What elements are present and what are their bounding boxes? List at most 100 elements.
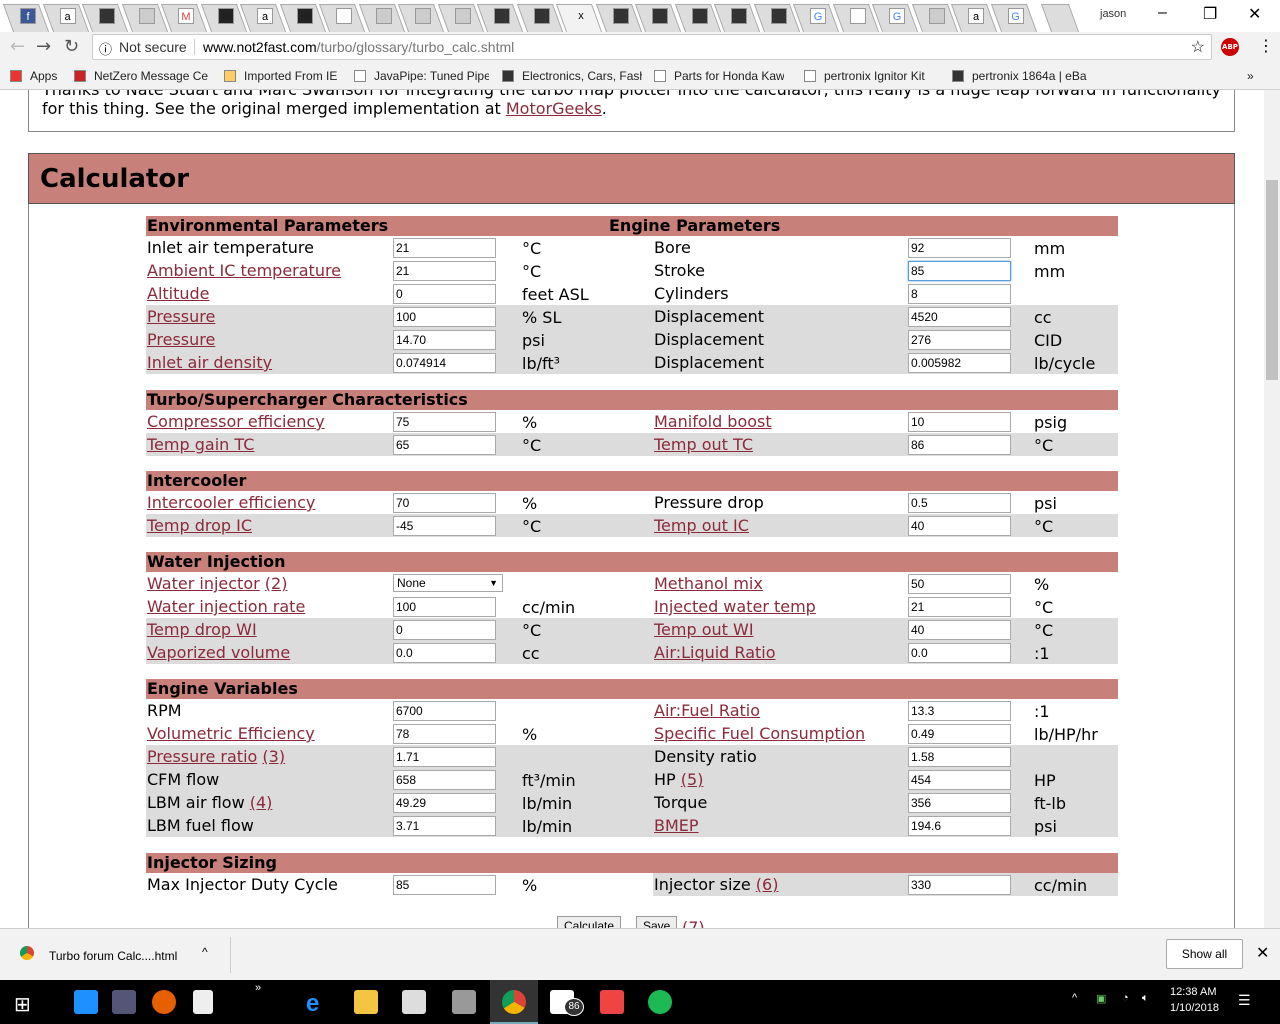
footnote-link[interactable]: (5): [681, 770, 704, 789]
edge-icon[interactable]: e: [306, 990, 330, 1017]
desktop-icon[interactable]: [74, 990, 98, 1014]
param-help-link[interactable]: Specific Fuel Consumption: [654, 724, 865, 743]
param-input[interactable]: 0.5: [908, 493, 1011, 513]
clock-time[interactable]: 12:38 AM: [1170, 986, 1216, 998]
param-input[interactable]: 4520: [908, 307, 1011, 327]
volume-icon[interactable]: 🔈︎: [1142, 992, 1149, 1005]
param-input[interactable]: 75: [393, 412, 496, 432]
wifi-icon[interactable]: ◔: [1122, 992, 1129, 1004]
bookmark-item[interactable]: NetZero Message Ce: [74, 69, 209, 83]
footnote-link[interactable]: (4): [250, 793, 273, 812]
param-input[interactable]: 0.005982: [908, 353, 1011, 373]
param-input[interactable]: 10: [908, 412, 1011, 432]
param-input[interactable]: 21: [393, 238, 496, 258]
download-filename[interactable]: Turbo forum Calc....html: [49, 949, 177, 963]
motorgeeks-link[interactable]: MotorGeeks: [506, 99, 602, 118]
param-input[interactable]: 100: [393, 307, 496, 327]
network-icon[interactable]: ▣: [1096, 992, 1106, 1005]
bookmark-item[interactable]: pertronix Ignitor Kit: [804, 69, 939, 83]
param-help-link[interactable]: Temp gain TC: [147, 435, 254, 454]
save-button[interactable]: Save: [636, 916, 678, 928]
param-help-link[interactable]: Altitude: [147, 284, 210, 303]
param-input[interactable]: 6700: [393, 701, 496, 721]
param-input[interactable]: 78: [393, 724, 496, 744]
menu-icon[interactable]: ⋮: [1258, 36, 1274, 55]
param-help-link[interactable]: Compressor efficiency: [147, 412, 325, 431]
param-input[interactable]: 86: [908, 435, 1011, 455]
param-input[interactable]: 13.3: [908, 701, 1011, 721]
param-help-link[interactable]: Vaporized volume: [147, 643, 290, 662]
param-input[interactable]: 276: [908, 330, 1011, 350]
param-input[interactable]: 70: [393, 493, 496, 513]
param-input[interactable]: 85: [393, 875, 496, 895]
bookmark-item[interactable]: Imported From IE: [224, 69, 339, 83]
param-input[interactable]: 1.71: [393, 747, 496, 767]
param-help-link[interactable]: Temp drop WI: [147, 620, 257, 639]
param-input[interactable]: 100: [393, 597, 496, 617]
param-input[interactable]: 85: [908, 261, 1011, 281]
param-input[interactable]: 330: [908, 875, 1011, 895]
param-help-link[interactable]: Air:Fuel Ratio: [654, 701, 760, 720]
param-help-link[interactable]: Manifold boost: [654, 412, 772, 431]
firefox-icon[interactable]: [152, 990, 176, 1014]
close-window-button[interactable]: ✕: [1248, 4, 1261, 24]
param-help-link[interactable]: Intercooler efficiency: [147, 493, 315, 512]
param-input[interactable]: 40: [908, 620, 1011, 640]
show-all-button[interactable]: Show all: [1166, 939, 1243, 969]
param-input[interactable]: 8: [908, 284, 1011, 304]
param-help-link[interactable]: Volumetric Efficiency: [147, 724, 315, 743]
reload-button[interactable]: ↻: [64, 36, 79, 57]
close-download-bar[interactable]: ✕: [1256, 943, 1269, 963]
info-icon[interactable]: ⓘ: [99, 39, 112, 58]
param-input[interactable]: 0: [393, 284, 496, 304]
param-help-link[interactable]: Temp out IC: [654, 516, 749, 535]
param-input[interactable]: 14.70: [393, 330, 496, 350]
param-help-link[interactable]: Water injector: [147, 574, 260, 593]
param-help-link[interactable]: Air:Liquid Ratio: [654, 643, 776, 662]
param-input[interactable]: 0.074914: [393, 353, 496, 373]
param-input[interactable]: 0.0: [908, 643, 1011, 663]
param-input[interactable]: 50: [908, 574, 1011, 594]
bookmark-item[interactable]: JavaPipe: Tuned Pipe: [354, 69, 489, 83]
adblock-icon[interactable]: ABP: [1221, 38, 1239, 56]
param-help-link[interactable]: Water injection rate: [147, 597, 305, 616]
app-icon[interactable]: [112, 990, 136, 1014]
chevron-up-icon[interactable]: ^: [202, 945, 208, 959]
bookmark-item[interactable]: Apps: [10, 69, 60, 83]
address-bar[interactable]: ⓘ Not secure www.not2fast.com/turbo/glos…: [92, 34, 1212, 60]
save-ref-link[interactable]: (7): [682, 918, 705, 928]
clock-date[interactable]: 1/10/2018: [1170, 1002, 1219, 1014]
footnote-link[interactable]: (6): [756, 875, 779, 894]
param-help-link[interactable]: Temp out TC: [654, 435, 753, 454]
star-icon[interactable]: ☆: [1191, 37, 1205, 57]
minimize-button[interactable]: –: [1158, 4, 1167, 22]
spotify-icon[interactable]: [648, 990, 672, 1014]
file-icon[interactable]: [193, 990, 213, 1014]
param-input[interactable]: 0.0: [393, 643, 496, 663]
param-input[interactable]: 0.49: [908, 724, 1011, 744]
overflow-icon[interactable]: »: [255, 982, 261, 994]
start-icon[interactable]: ⊞: [14, 992, 31, 1017]
water-injector-select[interactable]: None ▼: [393, 574, 503, 592]
param-help-link[interactable]: Injected water temp: [654, 597, 816, 616]
param-input[interactable]: 21: [393, 261, 496, 281]
param-input[interactable]: 92: [908, 238, 1011, 258]
param-input[interactable]: 21: [908, 597, 1011, 617]
explorer-icon[interactable]: [354, 990, 378, 1014]
scrollbar-thumb[interactable]: [1266, 180, 1278, 380]
vertical-scrollbar[interactable]: [1264, 90, 1280, 928]
param-help-link[interactable]: Temp out WI: [654, 620, 754, 639]
param-input[interactable]: 194.6: [908, 816, 1011, 836]
bookmark-item[interactable]: Parts for Honda Kawa: [654, 69, 784, 83]
param-help-link[interactable]: Inlet air density: [147, 353, 272, 372]
param-help-link[interactable]: BMEP: [654, 816, 699, 835]
chrome-taskbar[interactable]: [490, 980, 538, 1024]
param-help-link[interactable]: Ambient IC temperature: [147, 261, 341, 280]
param-help-link[interactable]: Pressure ratio: [147, 747, 257, 766]
bookmark-item[interactable]: Electronics, Cars, Fash: [502, 69, 642, 83]
maximize-button[interactable]: ❐: [1203, 4, 1217, 24]
ccleaner-icon[interactable]: [600, 990, 624, 1014]
param-input[interactable]: 658: [393, 770, 496, 790]
param-input[interactable]: 0: [393, 620, 496, 640]
param-help-link[interactable]: Pressure: [147, 330, 215, 349]
